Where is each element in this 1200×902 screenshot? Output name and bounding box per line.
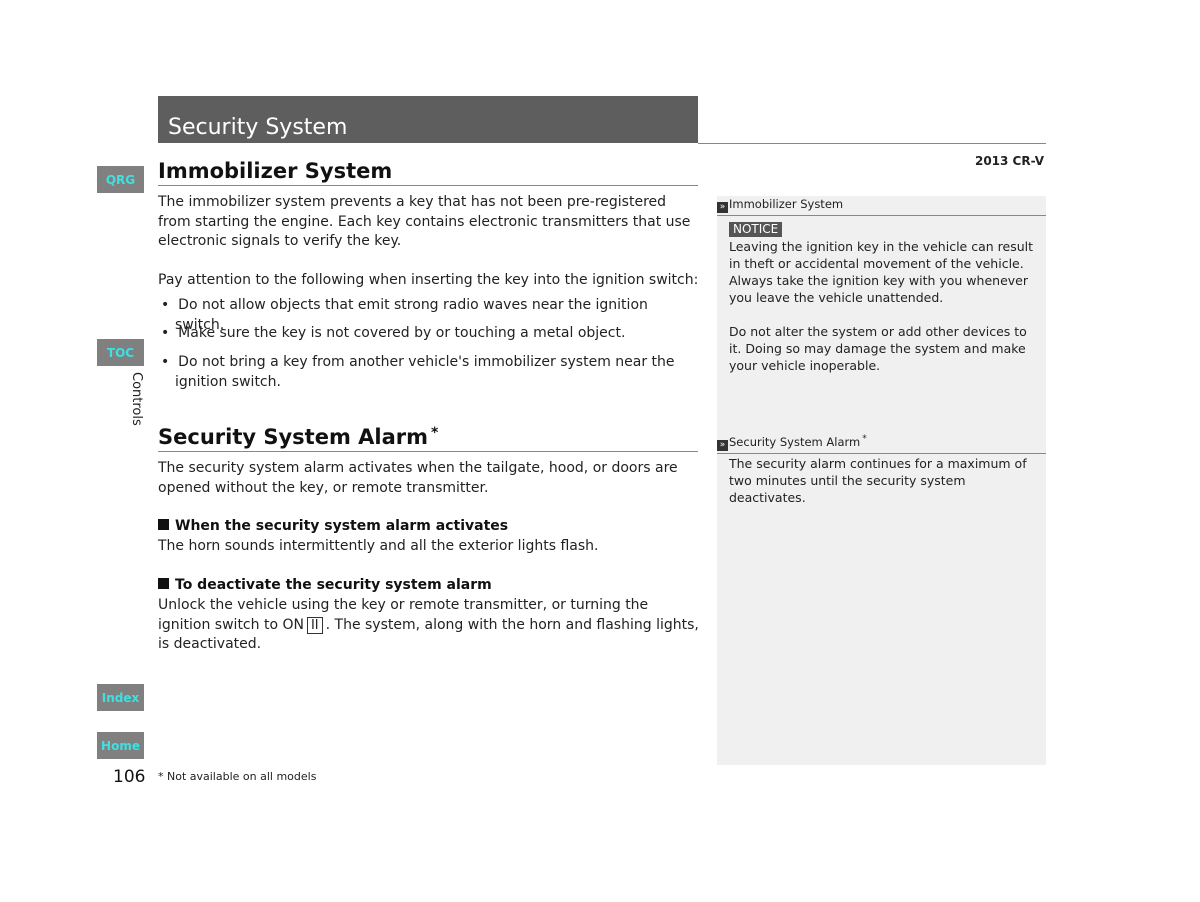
square-bullet-icon (158, 519, 169, 530)
ref-text: Security System Alarm (729, 434, 861, 449)
alarm-activates-text: The horn sounds intermittently and all t… (158, 538, 599, 554)
notice-badge: NOTICE (729, 222, 783, 237)
ref-text: Immobilizer System (729, 197, 844, 211)
bullet-text: Make sure the key is not covered by or t… (178, 325, 626, 341)
section-title: Security System (168, 115, 348, 140)
footnote: * Not available on all models (158, 770, 317, 783)
reference-arrow-icon: » (717, 439, 728, 451)
alarm-note-text: The security alarm continues for a maxim… (729, 456, 1027, 505)
sidebar-ref-alarm[interactable]: » Security System Alarm * (717, 434, 1046, 454)
reference-arrow-icon: » (717, 202, 728, 213)
immobilizer-intro: The immobilizer system prevents a key th… (158, 194, 691, 249)
alarm-subheading-deactivate: To deactivate the security system alarm (158, 577, 492, 593)
immobilizer-heading: Immobilizer System (158, 159, 698, 186)
model-label: 2013 CR-V (974, 154, 1044, 168)
notice-text-3: Do not alter the system or add other dev… (729, 324, 1027, 373)
bullet-text: Do not bring a key from another vehicle'… (175, 354, 675, 390)
square-bullet-icon (158, 578, 169, 589)
subheading-text: To deactivate the security system alarm (175, 577, 492, 593)
page-number: 106 (113, 767, 146, 787)
ignition-position-icon: II (306, 616, 323, 634)
list-item: • Make sure the key is not covered by or… (161, 325, 626, 341)
qrg-button[interactable]: QRG (97, 166, 144, 193)
sidebar-ref-immobilizer[interactable]: » Immobilizer System (717, 197, 1046, 216)
home-button[interactable]: Home (97, 732, 144, 759)
chapter-label: Controls (129, 372, 144, 426)
title-divider (698, 143, 1046, 144)
alarm-subheading-activates: When the security system alarm activates (158, 518, 508, 534)
subheading-text: When the security system alarm activates (175, 518, 509, 534)
alarm-heading: Security System Alarm * (158, 425, 698, 452)
immobilizer-heading-text: Immobilizer System (158, 159, 393, 183)
notice-text-2: Always take the ignition key with you wh… (729, 273, 1028, 305)
asterisk-mark: * (862, 434, 867, 444)
index-button[interactable]: Index (97, 684, 144, 711)
asterisk-mark: * (431, 425, 439, 441)
alarm-heading-text: Security System Alarm (158, 425, 429, 449)
alarm-intro: The security system alarm activates when… (158, 460, 678, 496)
section-title-bar: Security System (158, 96, 698, 143)
notice-text-1: Leaving the ignition key in the vehicle … (729, 239, 1033, 271)
toc-button[interactable]: TOC (97, 339, 144, 366)
list-item: • Do not bring a key from another vehicl… (161, 354, 675, 390)
immobilizer-attention: Pay attention to the following when inse… (158, 272, 699, 288)
alarm-deactivate-text: Unlock the vehicle using the key or remo… (158, 596, 703, 655)
